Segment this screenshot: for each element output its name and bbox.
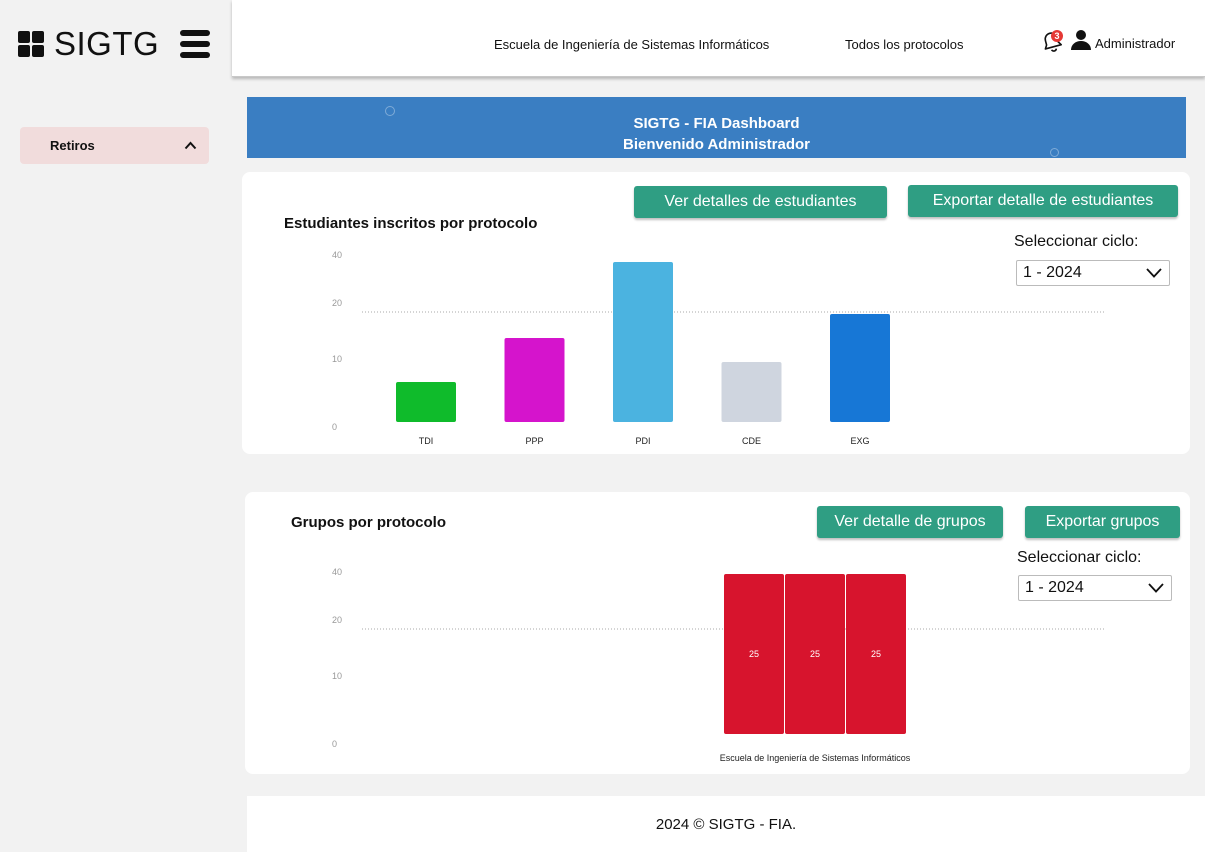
student-details-button[interactable]: Ver detalles de estudiantes <box>634 186 887 218</box>
brand[interactable]: SIGTG <box>18 25 160 62</box>
y-tick-label: 40 <box>332 250 342 260</box>
data-label: 25 <box>871 649 881 659</box>
nav-link-all-protocols[interactable]: Todos los protocolos <box>845 37 964 52</box>
x-tick-label: Escuela de Ingeniería de Sistemas Inform… <box>720 753 911 763</box>
bar-tdi <box>396 382 456 422</box>
bar-pdi <box>613 262 673 422</box>
group-details-button[interactable]: Ver detalle de grupos <box>817 506 1003 538</box>
dashboard-banner: SIGTG - FIA Dashboard Bienvenido Adminis… <box>247 97 1186 158</box>
bar-exg <box>830 314 890 422</box>
x-tick-label: CDE <box>742 436 761 446</box>
sidebar-item-label: Retiros <box>50 138 95 153</box>
y-tick-label: 0 <box>332 422 337 432</box>
decorative-circle-icon <box>1050 148 1059 157</box>
chevron-up-icon <box>184 141 197 150</box>
chevron-down-icon <box>1148 583 1164 593</box>
cycle-select-label: Seleccionar ciclo: <box>1014 233 1139 250</box>
students-chart-title: Estudiantes inscritos por protocolo <box>284 215 538 232</box>
dashboard-grid-icon <box>18 31 44 57</box>
notification-count-badge: 3 <box>1051 30 1063 42</box>
y-tick-label: 20 <box>332 298 342 308</box>
y-tick-label: 0 <box>332 739 337 749</box>
y-tick-label: 10 <box>332 354 342 364</box>
footer-text: 2024 © SIGTG - FIA. <box>655 815 797 833</box>
groups-bar-chart: 0 10 20 40 25 25 25 Escuela de Ingeniería de Si… <box>332 567 1104 763</box>
groups-chart-title: Grupos por protocolo <box>291 514 446 531</box>
top-navbar: Escuela de Ingeniería de Sistemas Inform… <box>232 0 1205 77</box>
y-tick-label: 20 <box>332 615 342 625</box>
banner-subtitle: Bienvenido Administrador <box>623 136 810 153</box>
bar-ppp <box>504 338 565 422</box>
hamburger-menu-icon[interactable] <box>180 30 210 58</box>
y-tick-label: 10 <box>332 671 342 681</box>
groups-chart-card: Grupos por protocolo Ver detalle de grup… <box>245 492 1190 774</box>
sidebar-item-retiros[interactable]: Retiros <box>20 127 209 164</box>
students-bar-chart: 0 10 20 40 TDI PPP PDI CDE EXG <box>332 250 1104 446</box>
x-tick-label: EXG <box>850 436 869 446</box>
banner-title: SIGTG - FIA Dashboard <box>633 115 800 132</box>
footer: 2024 © SIGTG - FIA. <box>247 796 1205 852</box>
y-tick-label: 40 <box>332 567 342 577</box>
user-icon[interactable] <box>1070 29 1092 51</box>
students-chart-card: Estudiantes inscritos por protocolo Ver … <box>242 172 1190 454</box>
nav-link-school[interactable]: Escuela de Ingeniería de Sistemas Inform… <box>494 37 769 52</box>
export-students-button[interactable]: Exportar detalle de estudiantes <box>908 185 1178 217</box>
decorative-circle-icon <box>385 106 395 116</box>
brand-name: SIGTG <box>54 25 160 62</box>
data-label: 25 <box>749 649 759 659</box>
bar-cde <box>721 362 782 422</box>
x-tick-label: PPP <box>525 436 543 446</box>
sidebar: SIGTG Retiros <box>0 0 232 852</box>
cycle-select-label: Seleccionar ciclo: <box>1017 549 1142 566</box>
chevron-down-icon <box>1146 268 1162 278</box>
export-groups-button[interactable]: Exportar grupos <box>1025 506 1180 538</box>
data-label: 25 <box>810 649 820 659</box>
x-tick-label: TDI <box>419 436 434 446</box>
user-name[interactable]: Administrador <box>1095 36 1175 51</box>
x-tick-label: PDI <box>635 436 650 446</box>
